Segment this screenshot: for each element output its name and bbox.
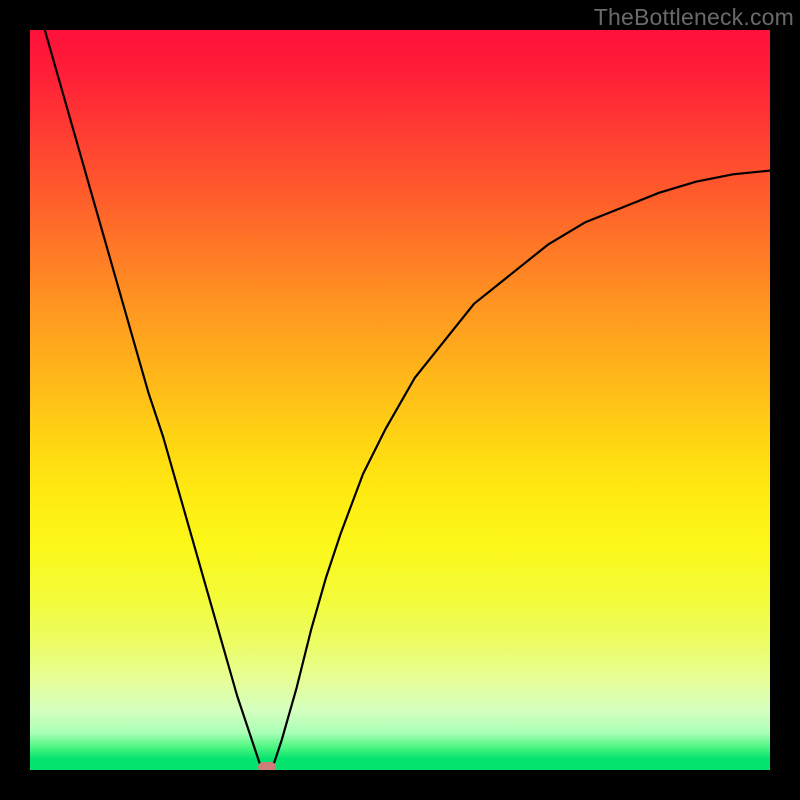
watermark-text: TheBottleneck.com <box>594 4 794 31</box>
bottleneck-curve <box>30 30 770 770</box>
chart-frame: TheBottleneck.com <box>0 0 800 800</box>
optimal-point-marker-icon <box>258 762 276 770</box>
plot-area <box>30 30 770 770</box>
